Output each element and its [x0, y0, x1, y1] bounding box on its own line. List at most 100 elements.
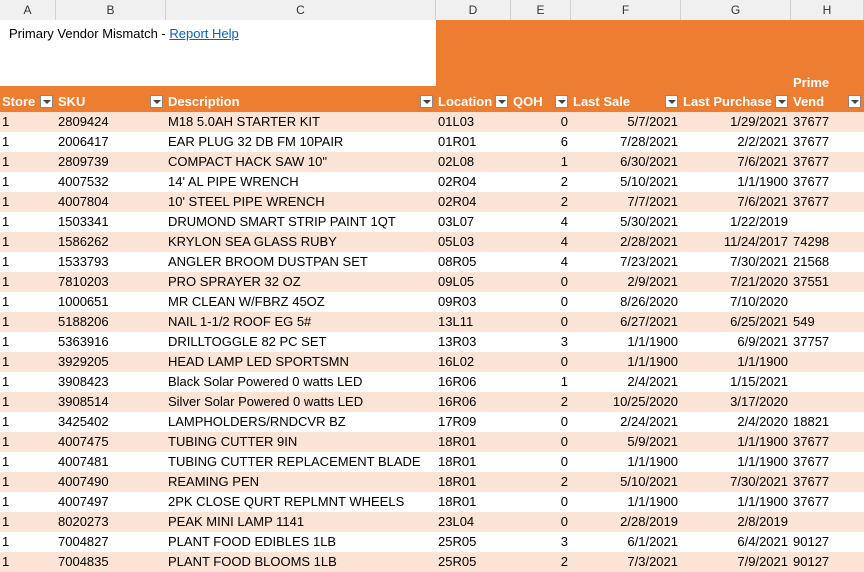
cell-sku[interactable]: 2006417	[58, 132, 166, 152]
cell-last-sale[interactable]: 5/10/2021	[571, 472, 678, 492]
filter-qoh-button[interactable]	[555, 95, 568, 108]
cell-prime-vend[interactable]: 90127	[793, 552, 864, 572]
filter-sku-button[interactable]	[150, 95, 163, 108]
cell-last-sale[interactable]: 2/4/2021	[571, 372, 678, 392]
cell-sku[interactable]: 5188206	[58, 312, 166, 332]
cell-store[interactable]: 1	[2, 492, 56, 512]
cell-sku[interactable]: 4007490	[58, 472, 166, 492]
cell-description[interactable]: 14' AL PIPE WRENCH	[168, 172, 436, 192]
cell-store[interactable]: 1	[2, 192, 56, 212]
filter-last-sale-button[interactable]	[665, 95, 678, 108]
cell-last-purchase[interactable]: 3/17/2020	[681, 392, 788, 412]
cell-last-sale[interactable]: 10/25/2020	[571, 392, 678, 412]
cell-description[interactable]: MR CLEAN W/FBRZ 45OZ	[168, 292, 436, 312]
cell-description[interactable]: DRILLTOGGLE 82 PC SET	[168, 332, 436, 352]
cell-prime-vend[interactable]: 74298	[793, 232, 864, 252]
cell-last-sale[interactable]: 6/30/2021	[571, 152, 678, 172]
cell-prime-vend[interactable]: 90127	[793, 532, 864, 552]
cell-sku[interactable]: 3425402	[58, 412, 166, 432]
cell-description[interactable]: REAMING PEN	[168, 472, 436, 492]
column-letter-g[interactable]: G	[681, 0, 791, 20]
cell-store[interactable]: 1	[2, 232, 56, 252]
column-letter-c[interactable]: C	[166, 0, 436, 20]
cell-qoh[interactable]: 0	[511, 112, 568, 132]
cell-prime-vend[interactable]: 37677	[793, 432, 864, 452]
cell-location[interactable]: 13R03	[438, 332, 511, 352]
cell-store[interactable]: 1	[2, 172, 56, 192]
cell-last-sale[interactable]: 1/1/1900	[571, 332, 678, 352]
cell-last-purchase[interactable]: 2/2/2021	[681, 132, 788, 152]
cell-last-purchase[interactable]: 7/6/2021	[681, 192, 788, 212]
cell-location[interactable]: 13L11	[438, 312, 511, 332]
cell-last-purchase[interactable]: 11/24/2017	[681, 232, 788, 252]
cell-qoh[interactable]: 2	[511, 552, 568, 572]
cell-location[interactable]: 01L03	[438, 112, 511, 132]
cell-sku[interactable]: 8020273	[58, 512, 166, 532]
cell-location[interactable]: 09L05	[438, 272, 511, 292]
cell-last-sale[interactable]: 5/30/2021	[571, 212, 678, 232]
cell-description[interactable]: COMPACT HACK SAW 10"	[168, 152, 436, 172]
cell-sku[interactable]: 7810203	[58, 272, 166, 292]
cell-location[interactable]: 25R05	[438, 532, 511, 552]
cell-qoh[interactable]: 2	[511, 472, 568, 492]
cell-last-purchase[interactable]: 1/1/1900	[681, 172, 788, 192]
cell-qoh[interactable]: 4	[511, 252, 568, 272]
cell-prime-vend[interactable]	[793, 212, 864, 232]
cell-location[interactable]: 02R04	[438, 192, 511, 212]
cell-sku[interactable]: 7004835	[58, 552, 166, 572]
cell-last-purchase[interactable]: 1/1/1900	[681, 352, 788, 372]
cell-location[interactable]: 18R01	[438, 452, 511, 472]
cell-location[interactable]: 01R01	[438, 132, 511, 152]
cell-description[interactable]: 10' STEEL PIPE WRENCH	[168, 192, 436, 212]
cell-qoh[interactable]: 0	[511, 312, 568, 332]
cell-store[interactable]: 1	[2, 432, 56, 452]
cell-sku[interactable]: 1586262	[58, 232, 166, 252]
cell-prime-vend[interactable]: 18821	[793, 412, 864, 432]
cell-last-sale[interactable]: 2/28/2019	[571, 512, 678, 532]
cell-sku[interactable]: 3929205	[58, 352, 166, 372]
column-letter-f[interactable]: F	[571, 0, 681, 20]
cell-prime-vend[interactable]	[793, 512, 864, 532]
cell-sku[interactable]: 3908423	[58, 372, 166, 392]
filter-store-button[interactable]	[40, 95, 53, 108]
cell-last-sale[interactable]: 5/10/2021	[571, 172, 678, 192]
cell-last-purchase[interactable]: 6/25/2021	[681, 312, 788, 332]
cell-last-sale[interactable]: 2/9/2021	[571, 272, 678, 292]
cell-prime-vend[interactable]: 37677	[793, 132, 864, 152]
cell-description[interactable]: NAIL 1-1/2 ROOF EG 5#	[168, 312, 436, 332]
filter-description-button[interactable]	[420, 95, 433, 108]
cell-sku[interactable]: 4007475	[58, 432, 166, 452]
cell-qoh[interactable]: 0	[511, 272, 568, 292]
cell-qoh[interactable]: 1	[511, 152, 568, 172]
cell-qoh[interactable]: 0	[511, 412, 568, 432]
cell-last-purchase[interactable]: 2/4/2020	[681, 412, 788, 432]
cell-last-purchase[interactable]: 6/4/2021	[681, 532, 788, 552]
cell-sku[interactable]: 5363916	[58, 332, 166, 352]
cell-store[interactable]: 1	[2, 552, 56, 572]
cell-store[interactable]: 1	[2, 132, 56, 152]
cell-qoh[interactable]: 2	[511, 392, 568, 412]
cell-description[interactable]: TUBING CUTTER REPLACEMENT BLADE	[168, 452, 436, 472]
cell-last-purchase[interactable]: 6/9/2021	[681, 332, 788, 352]
cell-last-sale[interactable]: 8/26/2020	[571, 292, 678, 312]
cell-store[interactable]: 1	[2, 152, 56, 172]
cell-sku[interactable]: 4007481	[58, 452, 166, 472]
cell-description[interactable]: Silver Solar Powered 0 watts LED	[168, 392, 436, 412]
cell-last-purchase[interactable]: 7/10/2020	[681, 292, 788, 312]
cell-description[interactable]: HEAD LAMP LED SPORTSMN	[168, 352, 436, 372]
column-letter-d[interactable]: D	[436, 0, 511, 20]
cell-prime-vend[interactable]	[793, 352, 864, 372]
cell-location[interactable]: 16R06	[438, 392, 511, 412]
cell-qoh[interactable]: 0	[511, 292, 568, 312]
report-help-link[interactable]: Report Help	[169, 26, 238, 41]
cell-qoh[interactable]: 3	[511, 532, 568, 552]
cell-description[interactable]: 2PK CLOSE QURT REPLMNT WHEELS	[168, 492, 436, 512]
cell-last-purchase[interactable]: 7/30/2021	[681, 472, 788, 492]
cell-prime-vend[interactable]: 21568	[793, 252, 864, 272]
cell-store[interactable]: 1	[2, 532, 56, 552]
cell-last-purchase[interactable]: 1/1/1900	[681, 492, 788, 512]
cell-location[interactable]: 18R01	[438, 492, 511, 512]
cell-sku[interactable]: 1503341	[58, 212, 166, 232]
cell-description[interactable]: PEAK MINI LAMP 1141	[168, 512, 436, 532]
filter-last-purchase-button[interactable]	[775, 95, 788, 108]
